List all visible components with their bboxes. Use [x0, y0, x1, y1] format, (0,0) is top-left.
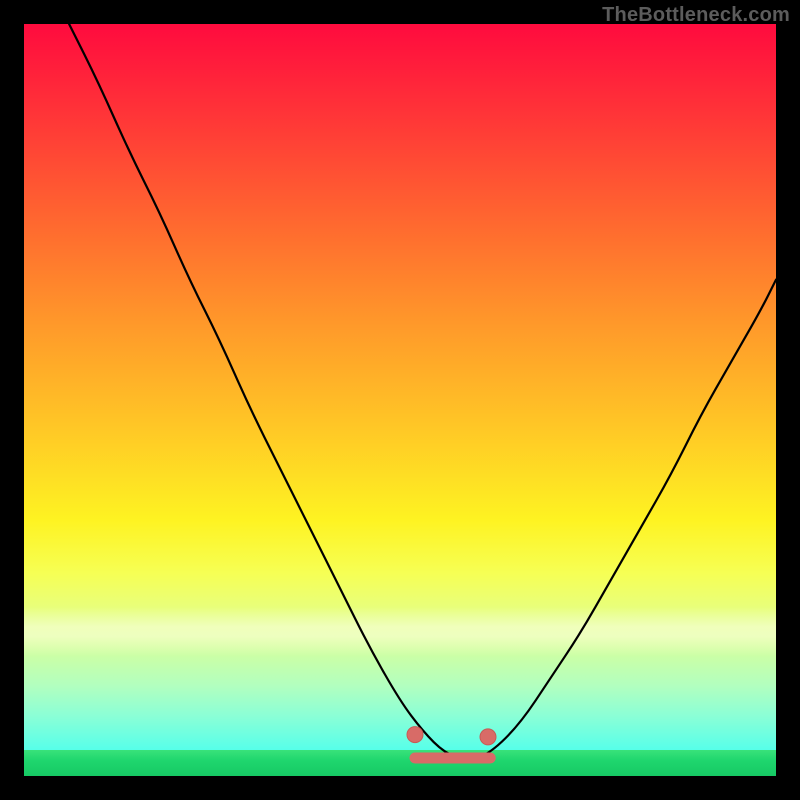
bottleneck-curve — [69, 24, 776, 759]
plot-area — [24, 24, 776, 776]
optimal-marker-right — [480, 729, 496, 745]
curve-layer — [24, 24, 776, 776]
optimal-marker-left — [407, 727, 423, 743]
chart-frame: TheBottleneck.com — [0, 0, 800, 800]
